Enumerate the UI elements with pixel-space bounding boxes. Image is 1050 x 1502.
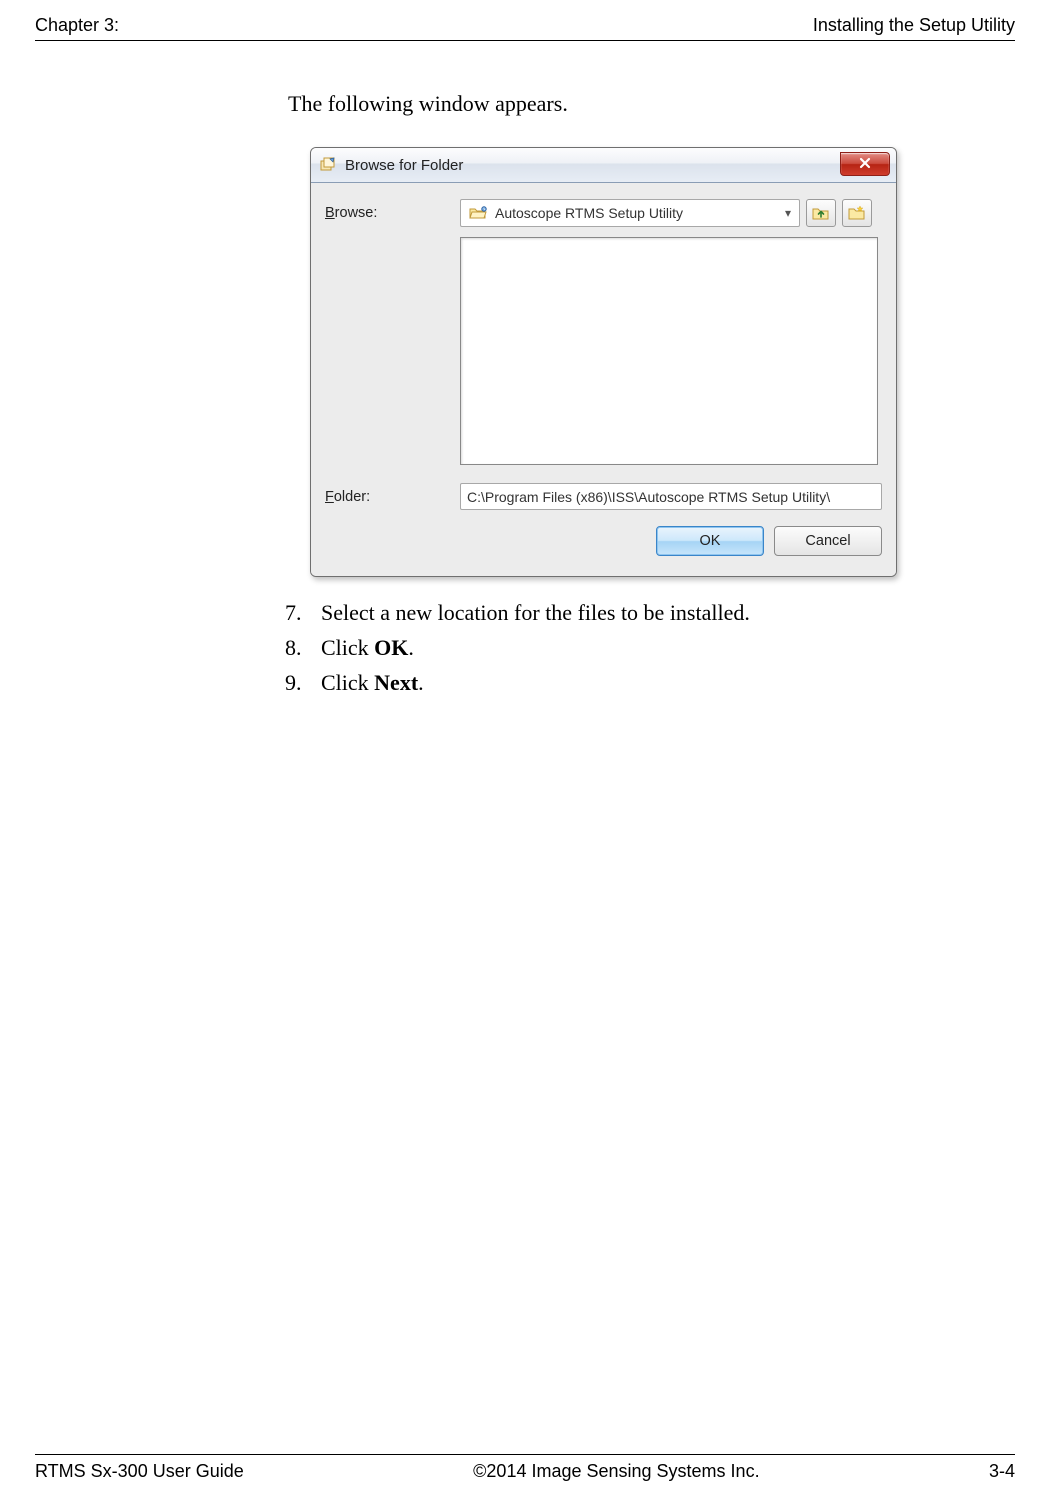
instruction-step: 9. Click Next.	[285, 665, 1015, 700]
browse-combo-text: Autoscope RTMS Setup Utility	[495, 205, 779, 221]
folder-path-text: C:\Program Files (x86)\ISS\Autoscope RTM…	[467, 489, 830, 505]
close-icon	[859, 156, 871, 172]
folder-contents-list[interactable]	[460, 237, 878, 465]
browse-for-folder-dialog: Browse for Folder Browse:	[310, 147, 897, 577]
chevron-down-icon: ▾	[779, 206, 797, 220]
step-text: Click Next.	[321, 665, 424, 700]
ok-button-label: OK	[700, 533, 721, 549]
cancel-button[interactable]: Cancel	[774, 526, 882, 556]
instruction-list: 7. Select a new location for the files t…	[285, 595, 1015, 701]
browse-label: Browse:	[325, 205, 460, 221]
instruction-step: 7. Select a new location for the files t…	[285, 595, 1015, 630]
step-number: 9.	[285, 665, 321, 700]
dialog-titlebar[interactable]: Browse for Folder	[311, 148, 896, 183]
step-number: 7.	[285, 595, 321, 630]
up-one-level-button[interactable]	[806, 199, 836, 227]
open-folder-icon	[469, 206, 487, 220]
browse-combobox[interactable]: Autoscope RTMS Setup Utility ▾	[460, 199, 800, 227]
footer-right: 3-4	[989, 1461, 1015, 1482]
step-text: Click OK.	[321, 630, 414, 665]
chapter-label: Chapter 3:	[35, 15, 119, 36]
cancel-button-label: Cancel	[805, 533, 850, 549]
section-title: Installing the Setup Utility	[813, 15, 1015, 36]
dialog-title: Browse for Folder	[345, 157, 840, 174]
footer-left: RTMS Sx-300 User Guide	[35, 1461, 244, 1482]
close-button[interactable]	[840, 152, 890, 176]
page-footer: RTMS Sx-300 User Guide ©2014 Image Sensi…	[35, 1454, 1015, 1482]
new-folder-button[interactable]	[842, 199, 872, 227]
footer-center: ©2014 Image Sensing Systems Inc.	[473, 1461, 759, 1482]
folder-label: Folder:	[325, 489, 460, 505]
step-text: Select a new location for the files to b…	[321, 595, 750, 630]
dialog-icon	[319, 156, 337, 174]
folder-path-input[interactable]: C:\Program Files (x86)\ISS\Autoscope RTM…	[460, 483, 882, 510]
instruction-step: 8. Click OK.	[285, 630, 1015, 665]
step-number: 8.	[285, 630, 321, 665]
page-header: Chapter 3: Installing the Setup Utility	[35, 15, 1015, 41]
intro-text: The following window appears.	[288, 91, 1015, 117]
ok-button[interactable]: OK	[656, 526, 764, 556]
